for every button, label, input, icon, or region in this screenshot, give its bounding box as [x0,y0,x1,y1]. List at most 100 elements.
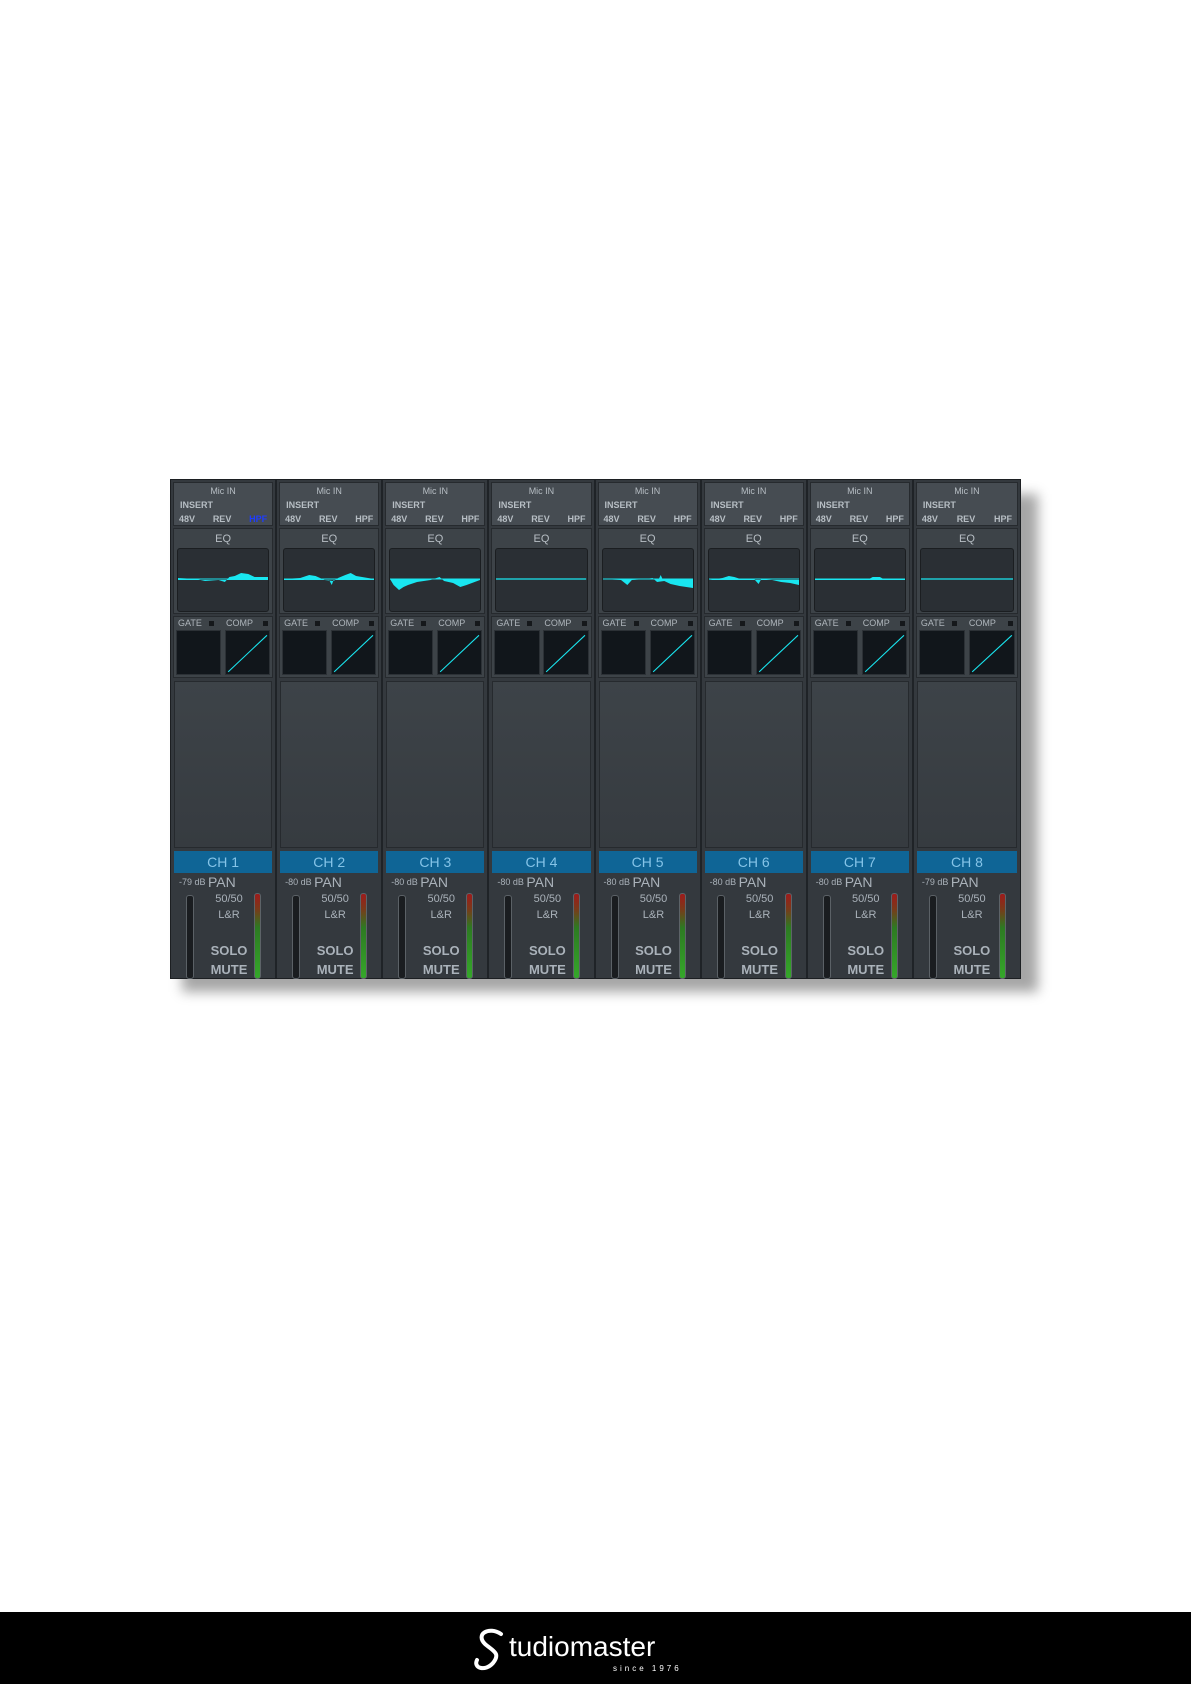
eq-panel[interactable]: EQ [279,528,380,614]
input-panel[interactable]: Mic IN INSERT 48V REV HPF [703,482,804,526]
reverse-button[interactable]: REV [531,514,550,524]
mute-button[interactable]: MUTE [421,962,461,977]
mute-button[interactable]: MUTE [740,962,780,977]
gate-display[interactable] [388,630,434,675]
eq-curve-display[interactable] [919,548,1014,612]
phantom-power-button[interactable]: 48V [497,514,513,524]
pan-value[interactable]: 50/50 [952,893,992,905]
mute-button[interactable]: MUTE [952,962,992,977]
pan-value[interactable]: 50/50 [740,893,780,905]
eq-curve-display[interactable] [389,548,482,612]
solo-button[interactable]: SOLO [421,943,461,958]
trim-slider[interactable] [822,895,831,979]
eq-panel[interactable]: EQ [597,528,698,614]
routing-label[interactable]: L&R [527,909,567,921]
comp-display[interactable] [225,630,271,675]
channel-name-button[interactable]: CH 7 [810,851,909,873]
input-panel[interactable]: Mic IN INSERT 48V REV HPF [915,482,1018,526]
fader-area[interactable] [280,681,379,848]
insert-button[interactable]: INSERT [923,500,956,510]
reverse-button[interactable]: REV [957,514,976,524]
dynamics-panel[interactable]: GATE COMP [809,616,910,678]
eq-curve-display[interactable] [283,548,376,612]
solo-button[interactable]: SOLO [527,943,567,958]
gate-display[interactable] [706,630,752,675]
trim-slider[interactable] [186,895,194,979]
routing-label[interactable]: L&R [421,909,461,921]
pan-value[interactable]: 50/50 [421,893,461,905]
channel-name-button[interactable]: CH 4 [492,851,591,873]
routing-label[interactable]: L&R [952,909,992,921]
mute-button[interactable]: MUTE [209,962,249,977]
eq-panel[interactable]: EQ [385,528,486,614]
solo-button[interactable]: SOLO [315,943,355,958]
pan-value[interactable]: 50/50 [634,893,674,905]
eq-curve-display[interactable] [601,548,694,612]
dynamics-panel[interactable]: GATE COMP [491,616,592,678]
phantom-power-button[interactable]: 48V [285,514,301,524]
input-panel[interactable]: Mic IN INSERT 48V REV HPF [173,482,274,526]
phantom-power-button[interactable]: 48V [922,514,938,524]
channel-name-button[interactable]: CH 5 [598,851,697,873]
gate-display[interactable] [282,630,328,675]
hpf-button[interactable]: HPF [780,514,798,524]
dynamics-panel[interactable]: GATE COMP [597,616,698,678]
channel-name-button[interactable]: CH 3 [386,851,485,873]
reverse-button[interactable]: REV [850,514,869,524]
reverse-button[interactable]: REV [213,514,232,524]
fader-area[interactable] [704,681,803,848]
eq-panel[interactable]: EQ [491,528,592,614]
mute-button[interactable]: MUTE [634,962,674,977]
comp-display[interactable] [331,630,377,675]
pan-value[interactable]: 50/50 [846,893,886,905]
solo-button[interactable]: SOLO [740,943,780,958]
eq-curve-display[interactable] [707,548,800,612]
dynamics-panel[interactable]: GATE COMP [915,616,1018,678]
trim-slider[interactable] [716,895,725,979]
phantom-power-button[interactable]: 48V [816,514,832,524]
reverse-button[interactable]: REV [319,514,338,524]
insert-button[interactable]: INSERT [498,500,531,510]
insert-button[interactable]: INSERT [180,500,213,510]
insert-button[interactable]: INSERT [817,500,850,510]
eq-panel[interactable]: EQ [703,528,804,614]
channel-name-button[interactable]: CH 6 [704,851,803,873]
input-panel[interactable]: Mic IN INSERT 48V REV HPF [385,482,486,526]
routing-label[interactable]: L&R [846,909,886,921]
gate-display[interactable] [494,630,540,675]
solo-button[interactable]: SOLO [952,943,992,958]
reverse-button[interactable]: REV [425,514,444,524]
eq-curve-display[interactable] [177,548,270,612]
insert-button[interactable]: INSERT [392,500,425,510]
hpf-button[interactable]: HPF [886,514,904,524]
gate-display[interactable] [918,630,965,675]
mute-button[interactable]: MUTE [846,962,886,977]
eq-curve-display[interactable] [813,548,906,612]
fader-area[interactable] [916,681,1017,848]
dynamics-panel[interactable]: GATE COMP [703,616,804,678]
hpf-button[interactable]: HPF [674,514,692,524]
eq-curve-display[interactable] [495,548,588,612]
solo-button[interactable]: SOLO [846,943,886,958]
reverse-button[interactable]: REV [637,514,656,524]
hpf-button[interactable]: HPF [249,514,267,524]
input-panel[interactable]: Mic IN INSERT 48V REV HPF [809,482,910,526]
trim-slider[interactable] [610,895,619,979]
comp-display[interactable] [861,630,907,675]
mute-button[interactable]: MUTE [315,962,355,977]
phantom-power-button[interactable]: 48V [391,514,407,524]
reverse-button[interactable]: REV [743,514,762,524]
dynamics-panel[interactable]: GATE COMP [173,616,274,678]
trim-slider[interactable] [398,895,407,979]
fader-area[interactable] [386,681,485,848]
solo-button[interactable]: SOLO [634,943,674,958]
channel-name-button[interactable]: CH 1 [174,851,273,873]
channel-name-button[interactable]: CH 2 [280,851,379,873]
pan-value[interactable]: 50/50 [315,893,355,905]
eq-panel[interactable]: EQ [809,528,910,614]
hpf-button[interactable]: HPF [355,514,373,524]
hpf-button[interactable]: HPF [568,514,586,524]
phantom-power-button[interactable]: 48V [710,514,726,524]
comp-display[interactable] [755,630,801,675]
routing-label[interactable]: L&R [209,909,249,921]
